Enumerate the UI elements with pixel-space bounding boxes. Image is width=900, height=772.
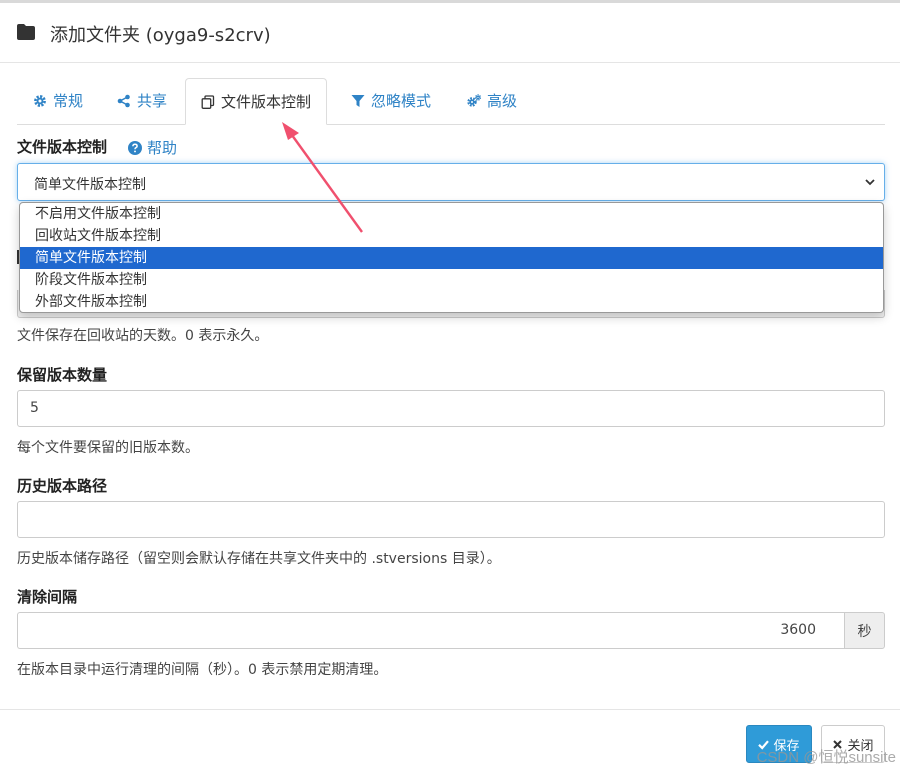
tab-advanced[interactable]: 高级 (465, 78, 519, 123)
filter-icon (351, 94, 365, 107)
tab-label: 高级 (487, 92, 518, 110)
option-staggered-versioning[interactable]: 阶段文件版本控制 (20, 269, 883, 291)
watermark: CSDN @恒悦sunsite (756, 749, 896, 766)
option-external-versioning[interactable]: 外部文件版本控制 (20, 291, 883, 312)
chevron-down-icon (865, 179, 875, 186)
keep-versions-value: 5 (30, 400, 39, 416)
select-value: 简单文件版本控制 (34, 177, 146, 193)
keep-versions-input[interactable]: 5 (17, 390, 885, 427)
keep-versions-label: 保留版本数量 (17, 366, 108, 384)
versions-path-hint: 历史版本储存路径（留空则会默认存储在共享文件夹中的 .stversions 目录… (17, 551, 501, 567)
option-simple-versioning[interactable]: 简单文件版本控制 (20, 247, 883, 269)
versioning-options-dropdown[interactable]: 不启用文件版本控制 回收站文件版本控制 简单文件版本控制 阶段文件版本控制 外部… (19, 202, 884, 313)
versions-path-label: 历史版本路径 (17, 477, 108, 495)
tab-label: 共享 (137, 92, 168, 110)
share-icon (117, 94, 130, 107)
cleanup-interval-value: 3600 (780, 622, 816, 638)
cogs-icon (467, 93, 481, 107)
question-circle-icon (128, 140, 142, 155)
versioning-type-select[interactable]: 简单文件版本控制 (17, 163, 885, 201)
footer-divider (0, 709, 900, 710)
help-link[interactable]: 帮助 (128, 137, 177, 158)
help-label: 帮助 (147, 139, 178, 157)
tab-label: 常规 (53, 92, 84, 110)
tab-ignore-patterns[interactable]: 忽略模式 (349, 78, 433, 123)
cleanup-interval-label: 清除间隔 (17, 588, 78, 606)
tab-bar: 常规 共享 文件版本控制 忽略模式 高级 (17, 78, 885, 125)
keep-versions-hint: 每个文件要保留的旧版本数。 (17, 440, 199, 456)
cog-icon (34, 94, 46, 107)
seconds-addon: 秒 (844, 612, 885, 649)
cleanup-interval-input[interactable]: 3600 (17, 612, 844, 649)
tab-file-versioning[interactable]: 文件版本控制 (185, 78, 328, 125)
tab-general[interactable]: 常规 (31, 78, 85, 123)
tab-label: 文件版本控制 (221, 93, 312, 111)
copy-icon (201, 94, 215, 109)
dialog-header: 添加文件夹 (oyga9-s2crv) (0, 3, 900, 63)
option-no-versioning[interactable]: 不启用文件版本控制 (20, 203, 883, 225)
cleanup-interval-hint: 在版本目录中运行清理的间隔（秒）。0 表示禁用定期清理。 (17, 662, 388, 678)
option-trashcan-versioning[interactable]: 回收站文件版本控制 (20, 225, 883, 247)
tab-label: 忽略模式 (371, 92, 432, 110)
dialog-title: 添加文件夹 (oyga9-s2crv) (50, 25, 271, 46)
versioning-label: 文件版本控制 (17, 138, 108, 156)
trash-days-hint: 文件保存在回收站的天数。0 表示永久。 (17, 328, 269, 344)
tab-sharing[interactable]: 共享 (115, 78, 169, 123)
versions-path-input[interactable] (17, 501, 885, 538)
folder-icon (17, 24, 35, 40)
